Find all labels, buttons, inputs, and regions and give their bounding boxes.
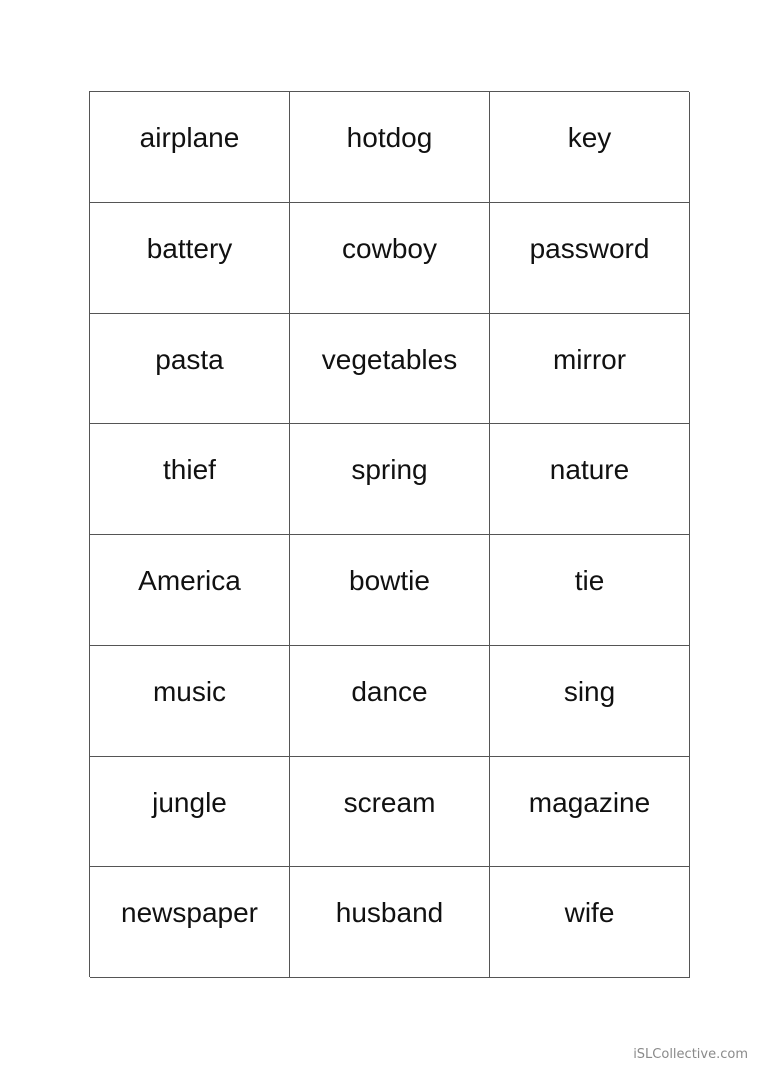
word-card: sing bbox=[490, 645, 690, 757]
word-card: nature bbox=[490, 424, 690, 535]
word-card: jungle bbox=[90, 756, 290, 868]
word-card: wife bbox=[490, 867, 690, 978]
word-card: husband bbox=[290, 867, 490, 978]
word-card: dance bbox=[290, 645, 490, 757]
word-card: battery bbox=[90, 202, 290, 314]
word-card: mirror bbox=[490, 313, 690, 425]
word-card-grid: airplane hotdog key battery cowboy passw… bbox=[89, 91, 690, 978]
site-watermark: iSLCollective.com bbox=[633, 1047, 748, 1062]
worksheet-page: airplane hotdog key battery cowboy passw… bbox=[0, 0, 766, 1084]
word-card: airplane bbox=[90, 92, 290, 203]
word-card: tie bbox=[490, 535, 690, 646]
word-card: pasta bbox=[90, 313, 290, 425]
word-card: newspaper bbox=[90, 867, 290, 978]
word-card: vegetables bbox=[290, 313, 490, 425]
word-card: cowboy bbox=[290, 202, 490, 314]
word-card: music bbox=[90, 645, 290, 757]
word-card: password bbox=[490, 202, 690, 314]
word-card: key bbox=[490, 92, 690, 203]
word-card: scream bbox=[290, 756, 490, 868]
word-card: America bbox=[90, 535, 290, 646]
word-card: magazine bbox=[490, 756, 690, 868]
word-card: hotdog bbox=[290, 92, 490, 203]
word-card: thief bbox=[90, 424, 290, 535]
word-card: bowtie bbox=[290, 535, 490, 646]
word-card: spring bbox=[290, 424, 490, 535]
